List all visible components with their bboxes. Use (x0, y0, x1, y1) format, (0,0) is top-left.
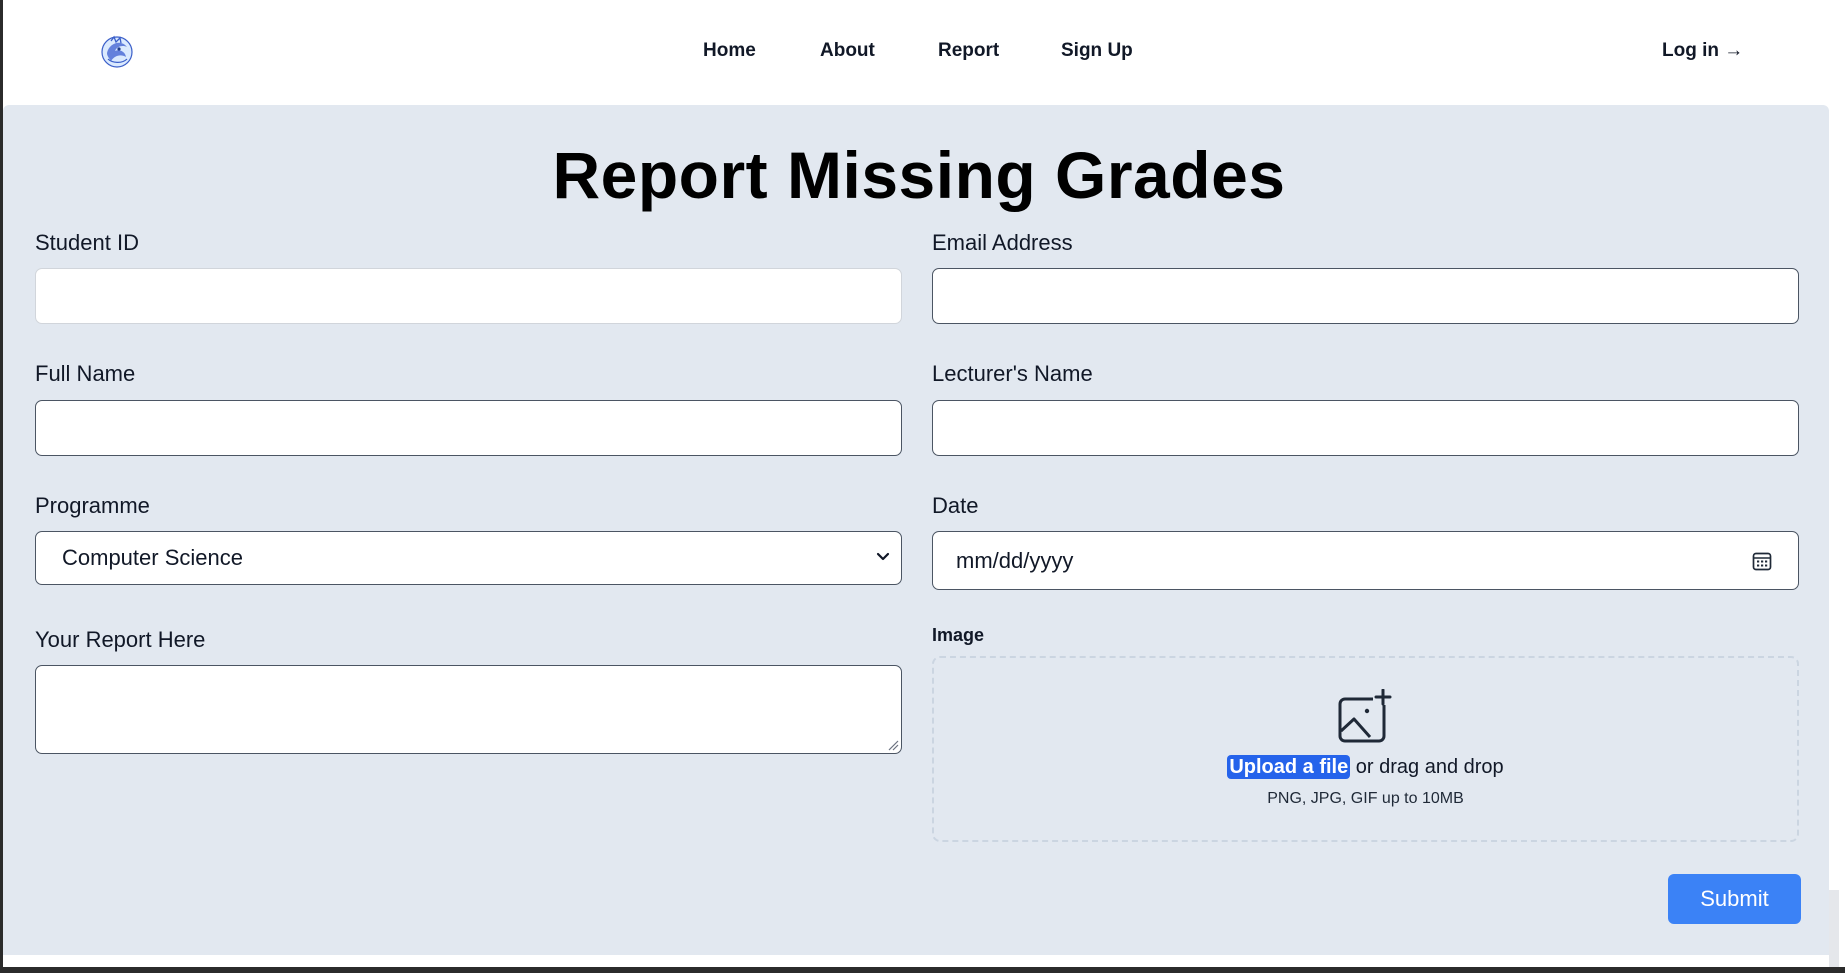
date-input[interactable]: mm/dd/yyyy (932, 531, 1799, 590)
nav-about-link[interactable]: About (820, 40, 875, 62)
top-navbar: Home About Report Sign Up Log in → (3, 0, 1829, 105)
report-textarea[interactable] (35, 665, 902, 754)
image-dropzone[interactable]: Upload a file or drag and drop PNG, JPG,… (932, 656, 1799, 842)
upload-instructions: Upload a file or drag and drop (934, 755, 1797, 779)
nav-signup-link[interactable]: Sign Up (1061, 40, 1133, 62)
window-right-edge (1829, 0, 1845, 973)
date-label: Date (932, 493, 979, 518)
calendar-icon[interactable] (1751, 550, 1773, 572)
date-placeholder: mm/dd/yyyy (956, 548, 1074, 573)
lecturer-name-label: Lecturer's Name (932, 361, 1093, 386)
student-id-input[interactable] (35, 268, 902, 324)
image-label: Image (932, 625, 985, 645)
scrollbar-track[interactable] (1829, 890, 1839, 973)
add-image-icon (1338, 689, 1392, 743)
programme-selected-value: Computer Science (62, 545, 243, 570)
upload-file-link[interactable]: Upload a file (1227, 755, 1351, 779)
chevron-down-icon (876, 552, 890, 561)
lecturer-name-input[interactable] (932, 400, 1799, 456)
programme-select[interactable]: Computer Science (35, 531, 902, 585)
report-form-panel: Report Missing Grades Student ID Email A… (3, 105, 1829, 955)
nav-report-link[interactable]: Report (938, 40, 999, 62)
window-bottom-border (0, 967, 1845, 973)
student-id-label: Student ID (35, 230, 139, 255)
programme-label: Programme (35, 493, 150, 518)
page-title: Report Missing Grades (552, 138, 1286, 212)
nav-home-link[interactable]: Home (703, 40, 756, 62)
email-input[interactable] (932, 268, 1799, 324)
dragon-logo-icon[interactable] (99, 33, 135, 69)
login-link[interactable]: Log in → (1662, 40, 1743, 62)
email-label: Email Address (932, 230, 1073, 255)
drag-drop-text: or drag and drop (1350, 756, 1504, 778)
resize-handle-icon[interactable] (887, 739, 899, 751)
report-label: Your Report Here (35, 627, 206, 652)
file-type-hint: PNG, JPG, GIF up to 10MB (1267, 790, 1464, 807)
full-name-label: Full Name (35, 361, 136, 386)
full-name-input[interactable] (35, 400, 902, 456)
submit-button[interactable]: Submit (1668, 874, 1801, 924)
